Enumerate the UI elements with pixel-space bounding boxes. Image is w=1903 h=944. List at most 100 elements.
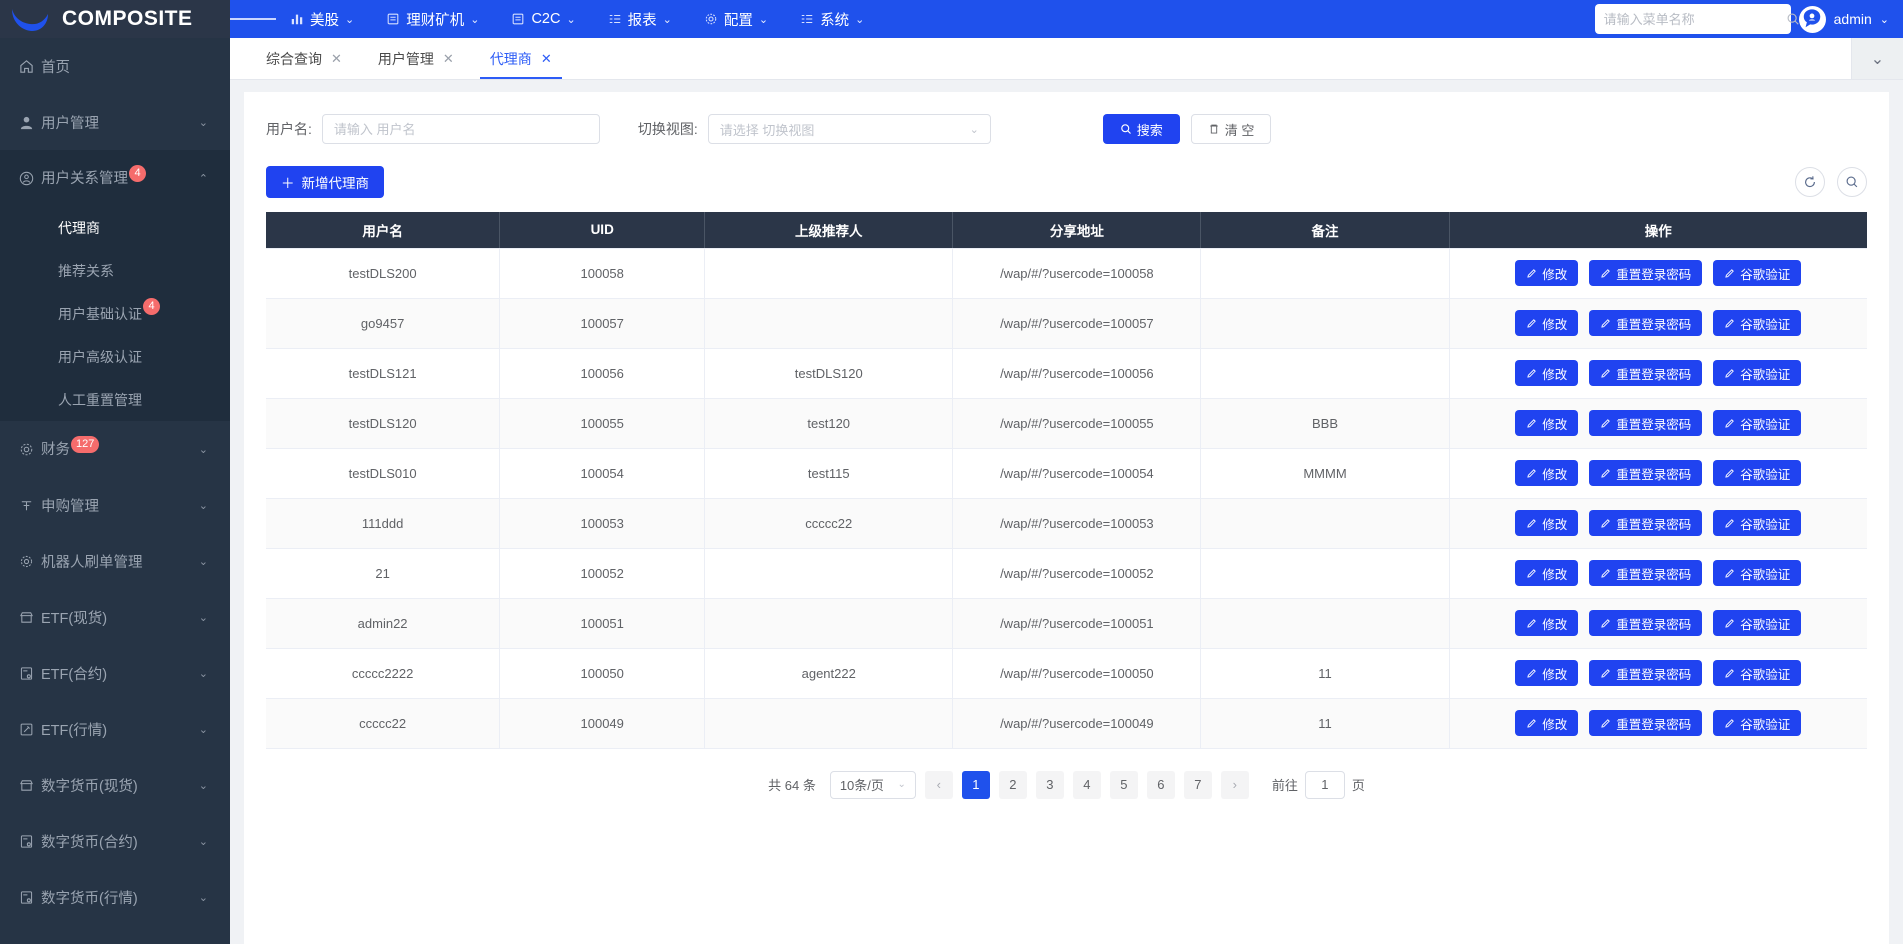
reset-password-button[interactable]: 重置登录密码 — [1589, 460, 1703, 486]
sidebar-item-referral-relation[interactable]: 推荐关系 — [0, 249, 230, 292]
clear-button[interactable]: 清 空 — [1190, 114, 1272, 144]
column-header-operations[interactable]: 操作 — [1449, 212, 1867, 249]
tab-comprehensive-query[interactable]: 综合查询 ✕ — [248, 38, 360, 79]
sidebar-item-finance[interactable]: 财务 127 ⌄ — [0, 421, 230, 477]
edit-button[interactable]: 修改 — [1515, 260, 1579, 286]
nav-item-label: C2C — [531, 11, 561, 27]
reset-password-button[interactable]: 重置登录密码 — [1589, 410, 1703, 436]
tab-bar-collapse-button[interactable]: ⌄ — [1851, 38, 1903, 79]
search-icon[interactable] — [1786, 12, 1800, 26]
pagination-jump-input[interactable] — [1304, 770, 1345, 799]
sidebar-item-etf-contract[interactable]: ETF(合约) ⌄ — [0, 645, 230, 701]
google-auth-button[interactable]: 谷歌验证 — [1713, 560, 1802, 586]
sidebar-item-crypto-spot[interactable]: 数字货币(现货) ⌄ — [0, 757, 230, 813]
edit-button[interactable]: 修改 — [1515, 510, 1579, 536]
reset-password-button[interactable]: 重置登录密码 — [1589, 660, 1703, 686]
cell-remark: 11 — [1200, 648, 1450, 699]
nav-item-reports[interactable]: 报表 ⌄ — [594, 0, 686, 38]
chevron-down-icon[interactable]: ⌄ — [1880, 13, 1889, 26]
view-switch-label: 切换视图: — [637, 121, 698, 137]
sidebar-item-etf-spot[interactable]: ETF(现货) ⌄ — [0, 589, 230, 645]
sidebar-item-advanced-verification[interactable]: 用户高级认证 — [0, 335, 230, 378]
search-button[interactable]: 搜索 — [1102, 114, 1180, 144]
pagination-page-3[interactable]: 3 — [1035, 770, 1064, 799]
column-header-remark[interactable]: 备注 — [1200, 212, 1450, 249]
nav-item-config[interactable]: 配置 ⌄ — [690, 0, 782, 38]
nav-item-wealth-mining[interactable]: 理财矿机 ⌄ — [372, 0, 493, 38]
edit-button[interactable]: 修改 — [1515, 610, 1579, 636]
pagination-page-6[interactable]: 6 — [1146, 770, 1175, 799]
tab-agent[interactable]: 代理商 ✕ — [472, 38, 570, 79]
edit-button[interactable]: 修改 — [1515, 360, 1579, 386]
reset-password-button[interactable]: 重置登录密码 — [1589, 610, 1703, 636]
cell-operations: 修改 重置登录密码 谷歌验证 — [1449, 398, 1867, 449]
sidebar-item-crypto-quotes[interactable]: 数字货币(行情) ⌄ — [0, 869, 230, 925]
sidebar-item-basic-verification[interactable]: 用户基础认证 4 — [0, 292, 230, 335]
pagination-prev-button[interactable]: ‹ — [924, 770, 953, 799]
pagination-page-5[interactable]: 5 — [1109, 770, 1138, 799]
reset-password-button[interactable]: 重置登录密码 — [1589, 560, 1703, 586]
close-icon[interactable]: ✕ — [331, 52, 342, 65]
nav-item-c2c[interactable]: C2C ⌄ — [497, 0, 589, 38]
reset-password-button[interactable]: 重置登录密码 — [1589, 360, 1703, 386]
pagination-page-7[interactable]: 7 — [1183, 770, 1212, 799]
sidebar-badge: 127 — [71, 436, 100, 453]
pagination-page-2[interactable]: 2 — [998, 770, 1027, 799]
google-auth-button[interactable]: 谷歌验证 — [1713, 510, 1802, 536]
sidebar-item-home[interactable]: 首页 — [0, 38, 230, 94]
google-auth-button[interactable]: 谷歌验证 — [1713, 360, 1802, 386]
cell-share-url: /wap/#/?usercode=100052 — [952, 548, 1202, 599]
reset-password-button[interactable]: 重置登录密码 — [1589, 260, 1703, 286]
google-auth-button[interactable]: 谷歌验证 — [1713, 660, 1802, 686]
close-icon[interactable]: ✕ — [541, 52, 552, 65]
tab-user-management[interactable]: 用户管理 ✕ — [360, 38, 472, 79]
google-auth-button[interactable]: 谷歌验证 — [1713, 710, 1802, 736]
sidebar-item-crypto-contract[interactable]: 数字货币(合约) ⌄ — [0, 813, 230, 869]
reset-password-button[interactable]: 重置登录密码 — [1589, 310, 1703, 336]
menu-search-input[interactable] — [1603, 11, 1780, 27]
search-circle-icon[interactable] — [1837, 167, 1867, 197]
sidebar-item-user-relation-management[interactable]: 用户关系管理 4 ⌃ — [0, 150, 230, 206]
reset-password-button[interactable]: 重置登录密码 — [1589, 510, 1703, 536]
nav-item-system[interactable]: 系统 ⌄ — [786, 0, 878, 38]
edit-button[interactable]: 修改 — [1515, 410, 1579, 436]
google-auth-button[interactable]: 谷歌验证 — [1713, 310, 1802, 336]
sidebar-item-user-management[interactable]: 用户管理 ⌄ — [0, 94, 230, 150]
google-auth-button[interactable]: 谷歌验证 — [1713, 260, 1802, 286]
reset-password-button[interactable]: 重置登录密码 — [1589, 710, 1703, 736]
sidebar-item-etf-quotes[interactable]: ETF(行情) ⌄ — [0, 701, 230, 757]
google-auth-button[interactable]: 谷歌验证 — [1713, 610, 1802, 636]
sidebar-item-agent[interactable]: 代理商 — [0, 206, 230, 249]
edit-button[interactable]: 修改 — [1515, 310, 1579, 336]
hamburger-icon[interactable] — [230, 0, 276, 38]
pagination-page-1[interactable]: 1 — [961, 770, 990, 799]
google-auth-button[interactable]: 谷歌验证 — [1713, 460, 1802, 486]
sidebar-logo-bar[interactable]: COMPOSITE — [0, 0, 230, 38]
close-icon[interactable]: ✕ — [443, 52, 454, 65]
view-switch-select[interactable]: 请选择 切换视图 ⌄ — [707, 114, 991, 144]
column-header-referrer[interactable]: 上级推荐人 — [704, 212, 954, 249]
sidebar-item-subscription-management[interactable]: 申购管理 ⌄ — [0, 477, 230, 533]
pagination-next-button[interactable]: › — [1220, 770, 1249, 799]
refresh-icon[interactable] — [1795, 167, 1825, 197]
page-size-select[interactable]: 10条/页 ⌄ — [829, 770, 916, 799]
sidebar-item-robot-order-management[interactable]: 机器人刷单管理 ⌄ — [0, 533, 230, 589]
google-auth-button[interactable]: 谷歌验证 — [1713, 410, 1802, 436]
sidebar-subitem-label: 用户基础认证 — [58, 305, 142, 322]
pagination-page-4[interactable]: 4 — [1072, 770, 1101, 799]
edit-square-icon — [19, 722, 41, 737]
menu-search-box[interactable] — [1594, 4, 1799, 34]
column-header-uid[interactable]: UID — [499, 212, 706, 249]
edit-button[interactable]: 修改 — [1515, 460, 1579, 486]
sidebar-item-manual-reset-management[interactable]: 人工重置管理 — [0, 378, 230, 421]
add-agent-button[interactable]: ＋ 新增代理商 — [266, 166, 384, 198]
nav-item-us-stocks[interactable]: 美股 ⌄ — [276, 0, 368, 38]
edit-button[interactable]: 修改 — [1515, 710, 1579, 736]
column-header-share-url[interactable]: 分享地址 — [952, 212, 1202, 249]
sidebar-menu: 首页 用户管理 ⌄ 用户关系管理 4 ⌃ 代理商 推荐关系 用户基础认证 4 用… — [0, 38, 230, 944]
column-header-username[interactable]: 用户名 — [266, 212, 501, 249]
edit-button[interactable]: 修改 — [1515, 560, 1579, 586]
edit-button[interactable]: 修改 — [1515, 660, 1579, 686]
user-avatar-icon[interactable] — [1798, 5, 1826, 33]
username-input[interactable] — [321, 114, 600, 144]
